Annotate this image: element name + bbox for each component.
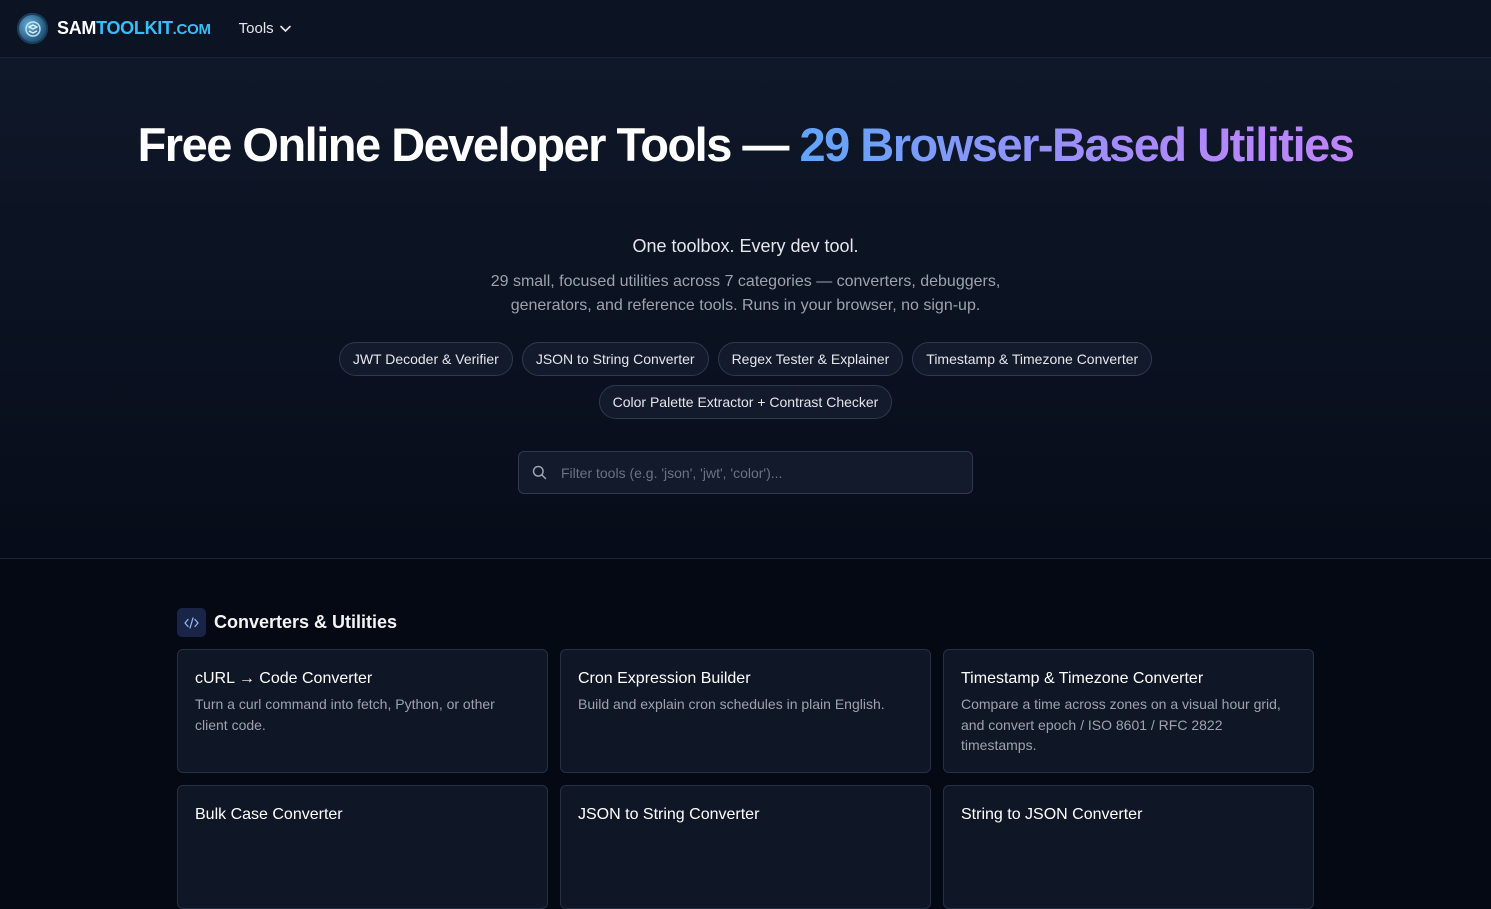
card-title: Bulk Case Converter bbox=[195, 806, 343, 823]
hero-description: 29 small, focused utilities across 7 cat… bbox=[490, 273, 1001, 314]
chevron-down-icon bbox=[279, 25, 291, 32]
chip-timestamp-converter[interactable]: Timestamp & Timezone Converter bbox=[912, 342, 1153, 376]
tagline: One toolbox. Every dev tool. bbox=[632, 236, 859, 256]
chip-json-to-string[interactable]: JSON to String Converter bbox=[521, 342, 709, 376]
tool-card-json-to-string[interactable]: JSON to String Converter bbox=[560, 785, 931, 909]
title-highlight: 29 Browser-Based Utilities bbox=[799, 118, 1354, 171]
card-title: Timestamp & Timezone Converter bbox=[961, 670, 1204, 687]
popular-tools-chips: JWT Decoder & Verifier JSON to String Co… bbox=[300, 342, 1191, 419]
tools-menu-button[interactable]: Tools bbox=[239, 20, 291, 37]
search-box bbox=[518, 451, 973, 494]
card-description: Compare a time across zones on a visual … bbox=[961, 696, 1281, 753]
card-title: cURL → Code Converter bbox=[195, 670, 373, 687]
top-navbar: SAMTOOLKIT.COM Tools bbox=[0, 0, 1491, 58]
search-input[interactable] bbox=[559, 463, 949, 482]
logo-text: SAMTOOLKIT.COM bbox=[57, 18, 211, 38]
chip-color-palette[interactable]: Color Palette Extractor + Contrast Check… bbox=[598, 385, 893, 419]
title-plain: Free Online Developer Tools — bbox=[137, 118, 800, 171]
card-description: Turn a curl command into fetch, Python, … bbox=[195, 696, 495, 733]
tool-card-bulk-case-converter[interactable]: Bulk Case Converter bbox=[177, 785, 548, 909]
card-title: JSON to String Converter bbox=[578, 806, 760, 823]
card-title: Cron Expression Builder bbox=[578, 670, 751, 687]
logo-icon bbox=[17, 13, 48, 44]
section-header-converters: Converters & Utilities bbox=[177, 608, 397, 637]
chip-regex-tester[interactable]: Regex Tester & Explainer bbox=[717, 342, 904, 376]
section-title: Converters & Utilities bbox=[214, 612, 398, 632]
card-description: Build and explain cron schedules in plai… bbox=[578, 696, 885, 712]
chip-jwt-decoder[interactable]: JWT Decoder & Verifier bbox=[338, 342, 513, 376]
hero-section: Free Online Developer Tools — 29 Browser… bbox=[0, 58, 1491, 559]
card-title: String to JSON Converter bbox=[961, 806, 1143, 823]
tool-card-timestamp-converter[interactable]: Timestamp & Timezone Converter Compare a… bbox=[943, 649, 1314, 773]
search-icon bbox=[532, 465, 547, 480]
tool-cards-grid: cURL → Code Converter Turn a curl comman… bbox=[177, 649, 1314, 909]
site-logo[interactable]: SAMTOOLKIT.COM bbox=[17, 13, 211, 44]
code-icon bbox=[177, 608, 206, 637]
tool-card-cron-builder[interactable]: Cron Expression Builder Build and explai… bbox=[560, 649, 931, 773]
tool-card-string-to-json[interactable]: String to JSON Converter bbox=[943, 785, 1314, 909]
page-title: Free Online Developer Tools — 29 Browser… bbox=[0, 120, 1491, 169]
tools-menu-label: Tools bbox=[238, 20, 274, 37]
tool-card-curl-converter[interactable]: cURL → Code Converter Turn a curl comman… bbox=[177, 649, 548, 773]
